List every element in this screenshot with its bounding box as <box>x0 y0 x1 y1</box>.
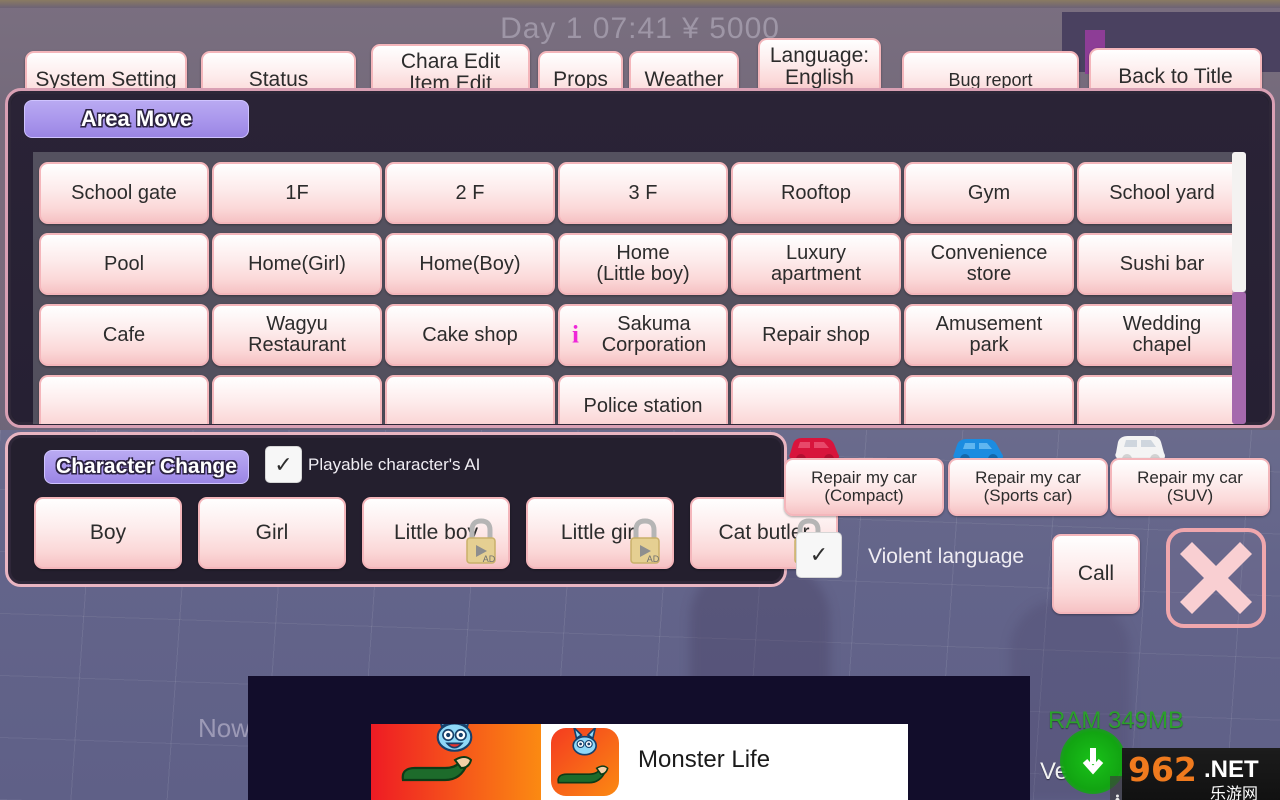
download-arrow-icon <box>1082 748 1104 775</box>
area-button[interactable]: 2 F <box>385 162 555 224</box>
close-icon <box>1179 541 1253 615</box>
violent-language-checkbox[interactable]: ✓ <box>796 532 842 578</box>
area-button[interactable]: Cafe <box>39 304 209 366</box>
ad-app-icon <box>551 728 619 796</box>
character-button[interactable]: Little boy AD <box>362 497 510 569</box>
character-button[interactable]: Boy <box>34 497 182 569</box>
background-top-strip <box>0 0 1280 8</box>
area-button[interactable]: Cake shop <box>385 304 555 366</box>
area-button-label: 3 F <box>628 181 658 204</box>
area-button-label: Police station <box>583 394 703 417</box>
playable-character-ai-label: Playable character's AI <box>308 455 481 474</box>
info-icon: i <box>572 321 579 349</box>
area-scrollbar-thumb[interactable] <box>1232 152 1246 292</box>
area-button[interactable] <box>212 375 382 424</box>
top-menu-bar: System Setting Status Chara Edit Item Ed… <box>0 22 1280 109</box>
area-button[interactable]: School gate <box>39 162 209 224</box>
area-button-label: 2 F <box>455 181 485 204</box>
violent-language-label: Violent language <box>868 545 1025 568</box>
character-button-label: Little girl <box>560 520 640 544</box>
person-icon <box>1115 793 1120 800</box>
repair-car-compact-wrap: Repair my car (Compact) <box>784 438 944 516</box>
area-button[interactable]: Home (Little boy) <box>558 233 728 295</box>
area-button-label: Cake shop <box>422 323 518 346</box>
ram-usage-text: RAM 349MB <box>1048 707 1185 734</box>
area-button-label: Home(Boy) <box>419 252 521 275</box>
character-button-label: Boy <box>89 520 127 544</box>
area-button-label: Home(Girl) <box>248 252 346 275</box>
call-button[interactable]: Call <box>1052 534 1140 614</box>
close-button[interactable] <box>1166 528 1266 628</box>
character-button-label: Little boy <box>393 520 479 544</box>
area-button[interactable]: Wedding chapel <box>1077 304 1238 366</box>
area-button[interactable]: Wagyu Restaurant <box>212 304 382 366</box>
character-button[interactable]: Little girl AD <box>526 497 674 569</box>
area-button-label: Amusement park <box>935 313 1043 356</box>
area-button[interactable]: Gym <box>904 162 1074 224</box>
ad-title: Monster Life <box>638 746 771 773</box>
area-button-label: Pool <box>103 252 145 275</box>
area-button[interactable]: Repair shop <box>731 304 901 366</box>
area-button[interactable] <box>39 375 209 424</box>
character-button-label: Girl <box>255 520 289 544</box>
area-button-label: Home (Little boy) <box>596 242 690 285</box>
ad-banner[interactable]: Monster Life 广告 <box>248 676 1145 800</box>
area-button[interactable]: Police station <box>558 375 728 424</box>
area-button[interactable]: Sushi bar <box>1077 233 1238 295</box>
area-button[interactable]: Luxury apartment <box>731 233 901 295</box>
area-button[interactable]: Amusement park <box>904 304 1074 366</box>
site-watermark: 962 .NET 乐游网 <box>1122 748 1280 800</box>
game-screen: Day 1 07:41 ¥ 5000 System Setting Status… <box>0 0 1280 800</box>
area-button[interactable]: Rooftop <box>731 162 901 224</box>
area-button-scroll-window: School gate 1F 2 F 3 F Rooftop Gym School yard… <box>33 152 1238 424</box>
area-button-label: Sakuma Corporation <box>601 313 707 356</box>
area-button-label: School gate <box>71 181 177 204</box>
svg-text:AD: AD <box>647 554 660 564</box>
area-button[interactable]: Convenience store <box>904 233 1074 295</box>
area-button-label: Convenience store <box>930 242 1048 285</box>
now-status-text: Now <box>198 713 251 743</box>
area-move-label: Area Move <box>24 100 249 138</box>
area-button-label: Repair shop <box>762 323 870 346</box>
area-button-grid: School gate 1F 2 F 3 F Rooftop Gym School yard… <box>33 152 1238 424</box>
playable-character-ai-checkbox[interactable]: ✓ <box>265 446 302 483</box>
ad-artwork <box>371 724 541 800</box>
check-icon: ✓ <box>809 542 829 567</box>
area-button-label: Gym <box>967 181 1011 204</box>
svg-text:AD: AD <box>483 554 496 564</box>
repair-car-suv-wrap: Repair my car (SUV) <box>1110 436 1270 516</box>
watermark-cn-text: 乐游网 <box>1210 786 1259 800</box>
repair-car-sports-button[interactable]: Repair my car (Sports car) <box>948 458 1108 516</box>
check-icon: ✓ <box>274 451 293 477</box>
area-button[interactable]: Pool <box>39 233 209 295</box>
area-button[interactable]: 3 F <box>558 162 728 224</box>
area-button[interactable] <box>731 375 901 424</box>
area-button-label: Wedding chapel <box>1122 313 1202 356</box>
area-button-label: Wagyu Restaurant <box>248 313 346 356</box>
area-scrollbar[interactable] <box>1232 152 1246 424</box>
character-button[interactable]: Girl <box>198 497 346 569</box>
area-button[interactable]: School yard <box>1077 162 1238 224</box>
repair-car-sports-wrap: Repair my car (Sports car) <box>948 439 1108 516</box>
area-button-label: Luxury apartment <box>770 242 862 285</box>
repair-car-compact-button[interactable]: Repair my car (Compact) <box>784 458 944 516</box>
area-button-label: School yard <box>1109 181 1215 204</box>
area-scrollbar-track[interactable] <box>1232 292 1246 424</box>
area-button[interactable] <box>1077 375 1238 424</box>
area-button[interactable] <box>904 375 1074 424</box>
area-button[interactable]: 1F <box>212 162 382 224</box>
character-change-label: Character Change <box>44 450 249 484</box>
area-button[interactable]: Home(Boy) <box>385 233 555 295</box>
area-button-label: 1F <box>285 181 309 204</box>
area-button-label: Sushi bar <box>1119 252 1205 275</box>
character-button-row: Boy Girl Little boy AD Little girl AD Cat butl… <box>34 497 838 569</box>
area-button[interactable] <box>385 375 555 424</box>
watermark-number: 962 <box>1128 750 1197 789</box>
area-button[interactable]: i Sakuma Corporation <box>558 304 728 366</box>
area-button[interactable]: Home(Girl) <box>212 233 382 295</box>
repair-car-suv-button[interactable]: Repair my car (SUV) <box>1110 458 1270 516</box>
area-button-label: Cafe <box>102 323 146 346</box>
area-button-label: Rooftop <box>780 181 852 204</box>
